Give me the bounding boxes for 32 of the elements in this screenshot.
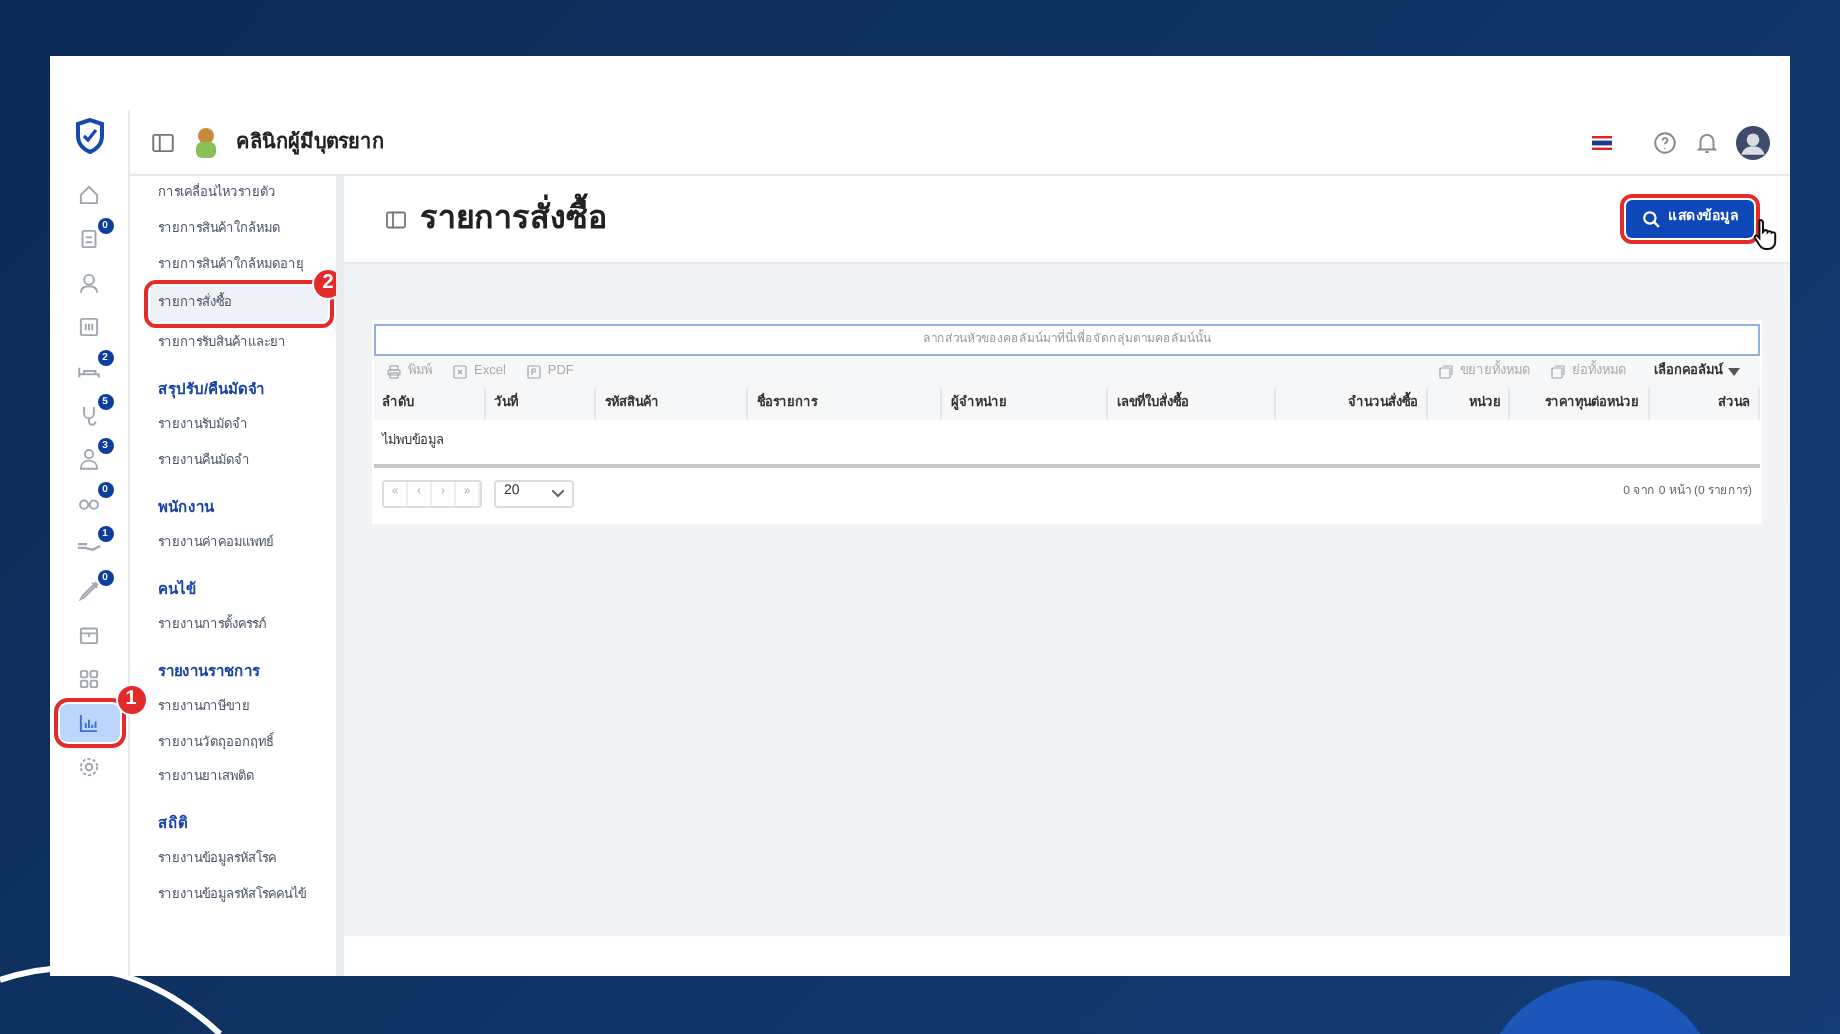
toolbar-icon [525, 364, 542, 380]
page-title: รายการสั่งซื้อ [420, 195, 608, 243]
home-icon [76, 182, 102, 208]
sidebar-toggle-icon[interactable] [150, 129, 176, 155]
box-icon [76, 622, 102, 648]
clinic-name: คลินิกผู้มีบุตรยาก [236, 128, 384, 157]
search-icon [1642, 210, 1660, 228]
settings-icon [76, 754, 102, 780]
notification-bell-icon[interactable] [1694, 129, 1720, 155]
user-avatar-icon[interactable] [1736, 125, 1770, 159]
step-number-marker: 2 [312, 268, 336, 301]
panel-icon [384, 207, 408, 231]
toolbar-icon [452, 364, 468, 380]
id-card-icon [76, 314, 102, 340]
copy-icon [1438, 364, 1454, 380]
chevron-down-icon [552, 489, 564, 497]
caret-icon [1728, 368, 1740, 376]
grid-icon [76, 666, 102, 692]
copy-icon [1550, 364, 1566, 380]
shield-logo-icon [73, 118, 105, 154]
step-number-marker: 1 [115, 684, 147, 716]
clinic-logo-icon [192, 126, 220, 158]
doctor-icon [76, 446, 102, 472]
help-icon[interactable] [1652, 129, 1678, 155]
chart-icon [76, 710, 102, 736]
chart-nav-button[interactable] [59, 704, 119, 742]
toolbar-icon [386, 364, 402, 380]
language-flag-icon[interactable] [1592, 135, 1612, 149]
hand-cursor-icon [1750, 216, 1782, 253]
person-icon [76, 270, 102, 296]
syringe-icon [76, 578, 102, 604]
document-icon [76, 226, 102, 252]
